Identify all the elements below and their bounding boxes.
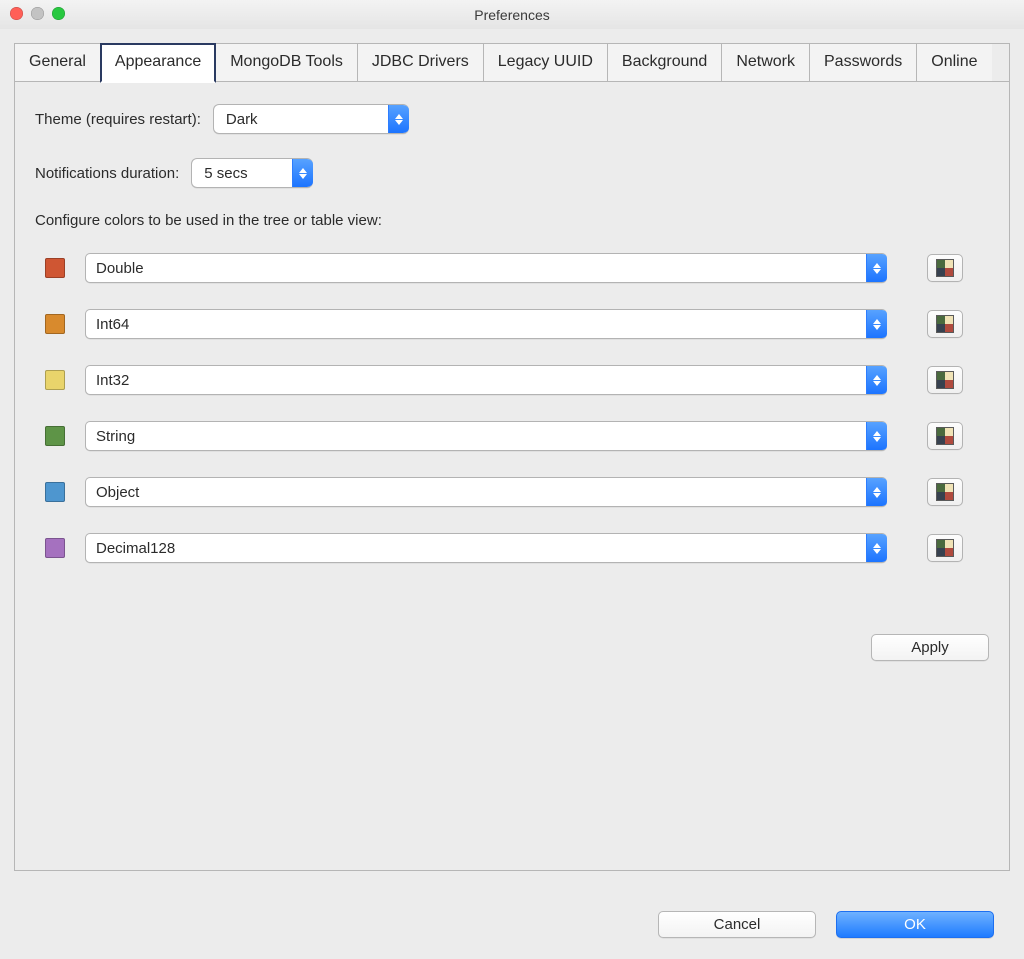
chevron-up-down-icon — [866, 422, 887, 450]
close-icon[interactable] — [10, 7, 23, 20]
color-picker-button[interactable] — [927, 478, 963, 506]
ok-button[interactable]: OK — [836, 911, 994, 938]
color-picker-button[interactable] — [927, 254, 963, 282]
tab-mongodb-tools[interactable]: MongoDB Tools — [216, 44, 358, 81]
color-swatch — [45, 258, 65, 278]
zoom-icon[interactable] — [52, 7, 65, 20]
color-picker-button[interactable] — [927, 366, 963, 394]
color-row: Int64 — [35, 309, 989, 339]
theme-value: Dark — [214, 105, 388, 133]
color-swatch — [45, 482, 65, 502]
appearance-panel: Theme (requires restart): Dark Notificat… — [14, 81, 1010, 871]
chevron-up-down-icon — [292, 159, 313, 187]
notifications-select[interactable]: 5 secs — [191, 158, 313, 188]
color-row: Int32 — [35, 365, 989, 395]
cancel-button[interactable]: Cancel — [658, 911, 816, 938]
tab-general[interactable]: General — [15, 44, 101, 81]
color-swatch — [45, 370, 65, 390]
minimize-icon — [31, 7, 44, 20]
color-picker-button[interactable] — [927, 310, 963, 338]
window-title: Preferences — [474, 7, 549, 23]
apply-button[interactable]: Apply — [871, 634, 989, 661]
theme-label: Theme (requires restart): — [35, 111, 201, 128]
type-value: Int32 — [86, 366, 866, 394]
notifications-value: 5 secs — [192, 159, 292, 187]
palette-icon — [936, 259, 954, 277]
color-swatch — [45, 314, 65, 334]
notifications-label: Notifications duration: — [35, 165, 179, 182]
palette-icon — [936, 539, 954, 557]
type-select[interactable]: Object — [85, 477, 887, 507]
type-value: Int64 — [86, 310, 866, 338]
type-value: Decimal128 — [86, 534, 866, 562]
color-picker-button[interactable] — [927, 422, 963, 450]
palette-icon — [936, 427, 954, 445]
tab-strip: General Appearance MongoDB Tools JDBC Dr… — [14, 43, 1010, 81]
title-bar: Preferences — [0, 0, 1024, 30]
window-body: General Appearance MongoDB Tools JDBC Dr… — [0, 29, 1024, 959]
type-select[interactable]: Int32 — [85, 365, 887, 395]
color-row: Decimal128 — [35, 533, 989, 563]
chevron-up-down-icon — [866, 534, 887, 562]
theme-select[interactable]: Dark — [213, 104, 409, 134]
chevron-up-down-icon — [866, 366, 887, 394]
type-select[interactable]: Double — [85, 253, 887, 283]
color-swatch — [45, 426, 65, 446]
palette-icon — [936, 483, 954, 501]
tab-online[interactable]: Online — [917, 44, 991, 81]
chevron-up-down-icon — [388, 105, 409, 133]
tab-network[interactable]: Network — [722, 44, 810, 81]
chevron-up-down-icon — [866, 310, 887, 338]
dialog-footer: Cancel OK — [0, 889, 1024, 959]
type-value: String — [86, 422, 866, 450]
palette-icon — [936, 315, 954, 333]
type-select[interactable]: String — [85, 421, 887, 451]
configure-colors-label: Configure colors to be used in the tree … — [35, 212, 989, 229]
color-picker-button[interactable] — [927, 534, 963, 562]
tab-legacy-uuid[interactable]: Legacy UUID — [484, 44, 608, 81]
type-select[interactable]: Int64 — [85, 309, 887, 339]
traffic-lights — [10, 7, 65, 20]
type-value: Double — [86, 254, 866, 282]
color-row: Double — [35, 253, 989, 283]
chevron-up-down-icon — [866, 478, 887, 506]
type-select[interactable]: Decimal128 — [85, 533, 887, 563]
tab-background[interactable]: Background — [608, 44, 722, 81]
color-swatch — [45, 538, 65, 558]
tab-passwords[interactable]: Passwords — [810, 44, 917, 81]
palette-icon — [936, 371, 954, 389]
tab-jdbc-drivers[interactable]: JDBC Drivers — [358, 44, 484, 81]
color-row: String — [35, 421, 989, 451]
type-value: Object — [86, 478, 866, 506]
tab-appearance[interactable]: Appearance — [100, 43, 216, 83]
chevron-up-down-icon — [866, 254, 887, 282]
color-row: Object — [35, 477, 989, 507]
